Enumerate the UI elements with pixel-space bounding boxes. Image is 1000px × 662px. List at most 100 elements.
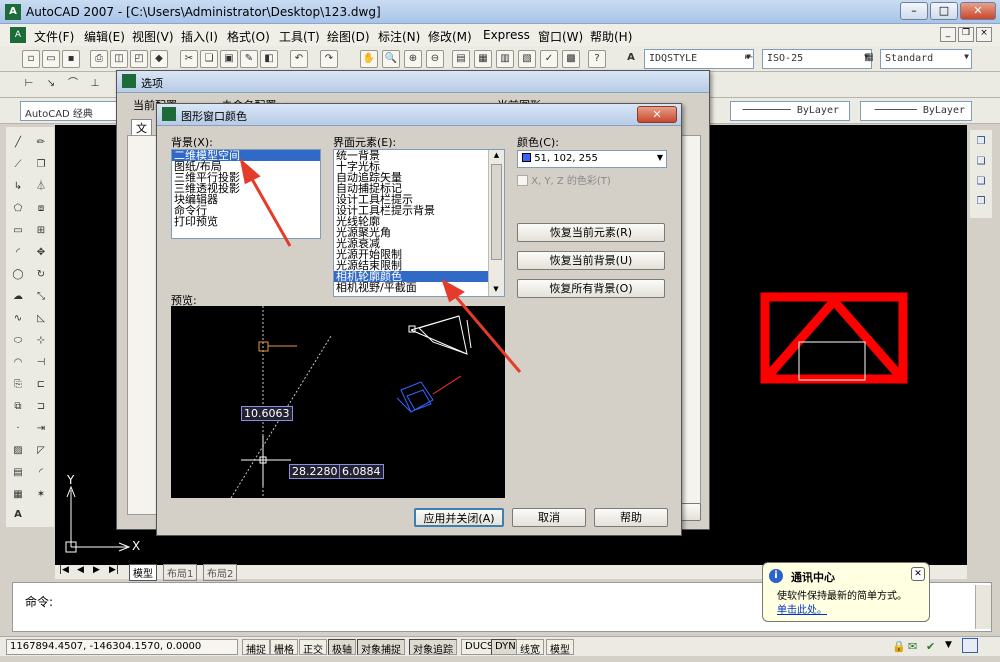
3d-dwf-icon[interactable]: ◆ (150, 50, 168, 68)
hatch-icon[interactable]: ▨ (9, 443, 27, 461)
copy-icon[interactable]: ❏ (200, 50, 218, 68)
redo-icon[interactable]: ↷ (320, 50, 338, 68)
tab-layout2[interactable]: 布局2 (203, 564, 238, 581)
balloon-close-icon[interactable]: ✕ (911, 567, 925, 581)
doc-icon[interactable]: A (10, 27, 26, 43)
lock-icon[interactable]: 🔒 (892, 640, 906, 653)
bring-front-icon[interactable]: ❏ (972, 154, 990, 172)
join-icon[interactable]: ⇥ (32, 421, 50, 439)
calculator-icon[interactable]: ▩ (562, 50, 580, 68)
menu-file[interactable]: 文件(F) (34, 28, 74, 45)
break-at-point-icon[interactable]: ⊏ (32, 377, 50, 395)
fillet-icon[interactable]: ◜ (32, 465, 50, 483)
doc-restore-button[interactable]: ❐ (958, 27, 974, 42)
options-hidden-button[interactable] (679, 503, 701, 521)
aligned-dimension-icon[interactable]: ↘ (42, 76, 60, 94)
text-style-select[interactable]: IDQSTYLE ▼ (644, 49, 754, 69)
command-scrollbar[interactable] (975, 585, 991, 629)
workspace-select[interactable]: AutoCAD 经典 (20, 101, 120, 121)
element-scrollbar[interactable]: ▲ ▼ (488, 150, 504, 296)
model-toggle[interactable]: 模型 (546, 639, 574, 656)
paste-icon[interactable]: ▣ (220, 50, 238, 68)
context-item[interactable]: 打印预览 (172, 216, 320, 227)
otrack-toggle[interactable]: 对象追踪 (409, 639, 457, 656)
make-block-icon[interactable]: ⧉ (9, 399, 27, 417)
chamfer-icon[interactable]: ◸ (32, 443, 50, 461)
break-icon[interactable]: ⊐ (32, 399, 50, 417)
bring-above-icon[interactable]: ❒ (972, 194, 990, 212)
menu-draw[interactable]: 绘图(D) (327, 28, 370, 45)
menu-view[interactable]: 视图(V) (132, 28, 174, 45)
xyz-checkbox-row[interactable]: X, Y, Z 的色彩(T) (517, 172, 611, 187)
construction-line-icon[interactable]: ⟋ (9, 157, 27, 175)
copy-object-icon[interactable]: ❐ (32, 157, 50, 175)
table-icon[interactable]: ▦ (9, 487, 27, 505)
markup-icon[interactable]: ✓ (540, 50, 558, 68)
osnap-toggle[interactable]: 对象捕捉 (357, 639, 405, 656)
zoom-realtime-icon[interactable]: 🔍 (382, 50, 400, 68)
offset-icon[interactable]: ⧈ (32, 201, 50, 219)
element-item[interactable]: 相机视野/平截面 (334, 282, 504, 293)
lineweight-toggle[interactable]: 线宽 (516, 639, 544, 656)
zoom-previous-icon[interactable]: ⊖ (426, 50, 444, 68)
polar-toggle[interactable]: 极轴 (328, 639, 356, 656)
line-icon[interactable]: ╱ (9, 135, 27, 153)
dim-style-select[interactable]: ISO-25 ▼ (762, 49, 872, 69)
menu-insert[interactable]: 插入(I) (181, 28, 218, 45)
ellipse-icon[interactable]: ⬭ (9, 333, 27, 351)
insert-block-icon[interactable]: ⎘ (9, 377, 27, 395)
lineweight-select[interactable]: ─────── ByLayer (860, 101, 972, 121)
array-icon[interactable]: ⊞ (32, 223, 50, 241)
doc-close-button[interactable]: × (976, 27, 992, 42)
apply-close-button[interactable]: 应用并关闭(A) (414, 508, 504, 527)
cut-icon[interactable]: ✂ (180, 50, 198, 68)
scroll-up-icon[interactable]: ▲ (489, 150, 504, 162)
explode-icon[interactable]: ✶ (32, 487, 50, 505)
open-icon[interactable]: ▭ (42, 50, 60, 68)
snap-toggle[interactable]: 捕捉 (242, 639, 270, 656)
rectangle-icon[interactable]: ▭ (9, 223, 27, 241)
balloon-link[interactable]: 单击此处。 (777, 601, 827, 616)
tab-nav-next-icon[interactable]: ▶ (93, 565, 100, 575)
menu-window[interactable]: 窗口(W) (538, 28, 583, 45)
save-icon[interactable]: ▪ (62, 50, 80, 68)
scroll-down-icon[interactable]: ▼ (489, 284, 503, 296)
circle-icon[interactable]: ◯ (9, 267, 27, 285)
status-menu-icon[interactable]: ▼ (945, 640, 952, 650)
menu-modify[interactable]: 修改(M) (428, 28, 472, 45)
linetype-select[interactable]: ──────── ByLayer (730, 101, 850, 121)
tab-layout1[interactable]: 布局1 (163, 564, 198, 581)
scale-icon[interactable]: ⤡ (32, 289, 50, 307)
ortho-toggle[interactable]: 正交 (299, 639, 327, 656)
trust-icon[interactable]: ✔ (926, 640, 935, 653)
scroll-thumb[interactable] (491, 164, 502, 260)
ordinate-icon[interactable]: ⊥ (86, 76, 104, 94)
cancel-button[interactable]: 取消 (512, 508, 586, 527)
tab-nav-prev-icon[interactable]: ◀ (77, 565, 84, 575)
restore-background-button[interactable]: 恢复当前背景(U) (517, 251, 665, 270)
multiline-text-icon[interactable]: A (9, 507, 27, 525)
plot-preview-icon[interactable]: ◫ (110, 50, 128, 68)
publish-icon[interactable]: ◰ (130, 50, 148, 68)
erase-icon[interactable]: ✏ (32, 135, 50, 153)
clean-screen-icon[interactable] (962, 638, 978, 653)
close-button[interactable]: ✕ (960, 2, 996, 20)
menu-format[interactable]: 格式(O) (227, 28, 270, 45)
tab-model[interactable]: 模型 (129, 564, 157, 581)
send-back-icon[interactable]: ❑ (972, 174, 990, 192)
properties-icon[interactable]: ▤ (452, 50, 470, 68)
context-listbox[interactable]: 二维模型空间 图纸/布局 三维平行投影 三维透视投影 块编辑器 命令行 打印预览 (171, 149, 321, 239)
sheet-set-icon[interactable]: ▧ (518, 50, 536, 68)
block-editor-icon[interactable]: ◧ (260, 50, 278, 68)
zoom-window-icon[interactable]: ⊕ (404, 50, 422, 68)
tab-nav-first-icon[interactable]: |◀ (59, 565, 69, 575)
restore-all-button[interactable]: 恢复所有背景(O) (517, 279, 665, 298)
stretch-icon[interactable]: ◺ (32, 311, 50, 329)
draw-order-icon[interactable]: ❐ (972, 134, 990, 152)
menu-tools[interactable]: 工具(T) (279, 28, 320, 45)
mirror-icon[interactable]: ⏃ (32, 179, 50, 197)
table-style-select[interactable]: Standard ▼ (880, 49, 972, 69)
spline-icon[interactable]: ∿ (9, 311, 27, 329)
design-center-icon[interactable]: ▦ (474, 50, 492, 68)
point-icon[interactable]: · (9, 421, 27, 439)
